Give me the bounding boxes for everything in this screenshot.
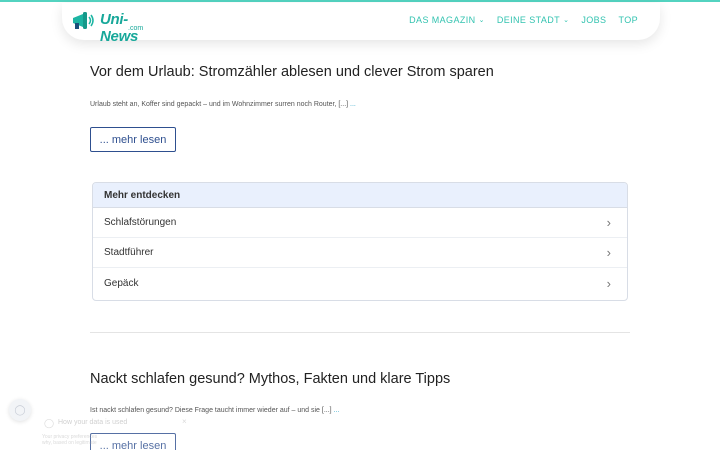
nav-label: DAS MAGAZIN xyxy=(409,15,476,25)
discover-item-label: Stadtführer xyxy=(104,247,154,258)
post-title[interactable]: Nackt schlafen gesund? Mythos, Fakten un… xyxy=(90,371,450,387)
site-header: Uni-News .com DAS MAGAZIN ⌄ DEINE STADT … xyxy=(62,3,660,45)
shield-icon: ◯ xyxy=(14,404,26,416)
top-accent-line xyxy=(0,0,720,2)
discover-item-label: Gepäck xyxy=(104,277,139,289)
nav-jobs[interactable]: JOBS xyxy=(581,15,606,25)
discover-item[interactable]: Stadtführer › xyxy=(93,238,627,268)
megaphone-icon xyxy=(73,12,94,29)
nav-label: TOP xyxy=(618,15,638,25)
chevron-down-icon: ⌄ xyxy=(478,17,485,24)
shield-icon: ◯ xyxy=(44,418,55,428)
discover-box: Mehr entdecken Schlafstörungen › Stadtfü… xyxy=(92,182,628,301)
excerpt-text: Ist nackt schlafen gesund? Diese Frage t… xyxy=(90,407,332,414)
excerpt-text: Urlaub steht an, Koffer sind gepackt – u… xyxy=(90,101,349,108)
nav-label: DEINE STADT xyxy=(496,15,561,25)
privacy-popup: ◯ How your data is used × Your privacy p… xyxy=(36,415,196,450)
discover-item[interactable]: Gepäck › xyxy=(93,268,627,298)
logo-subtext: .com xyxy=(128,25,144,32)
read-more-button[interactable]: ... mehr lesen xyxy=(90,127,176,152)
post-excerpt: Ist nackt schlafen gesund? Diese Frage t… xyxy=(90,407,339,414)
nav-top[interactable]: TOP xyxy=(618,15,638,25)
privacy-text-line: why, based on legitimate xyxy=(42,440,97,446)
privacy-shield-button[interactable]: ◯ xyxy=(9,399,31,421)
chevron-down-icon: ⌄ xyxy=(563,17,570,24)
chevron-right-icon: › xyxy=(606,215,611,230)
post-excerpt: Urlaub steht an, Koffer sind gepackt – u… xyxy=(90,101,356,108)
discover-title: Mehr entdecken xyxy=(93,183,627,208)
chevron-right-icon: › xyxy=(606,245,611,260)
nav-deine-stadt[interactable]: DEINE STADT ⌄ xyxy=(497,15,570,25)
excerpt-more-link[interactable]: ... xyxy=(334,407,340,414)
post-title[interactable]: Vor dem Urlaub: Stromzähler ablesen und … xyxy=(90,64,494,80)
nav-label: JOBS xyxy=(581,15,607,25)
privacy-text: Your privacy preferences why, based on l… xyxy=(42,434,97,446)
privacy-title: How your data is used xyxy=(58,419,128,426)
site-logo[interactable]: Uni-News .com xyxy=(70,8,160,45)
nav-das-magazin[interactable]: DAS MAGAZIN ⌄ xyxy=(409,15,485,25)
main-nav: DAS MAGAZIN ⌄ DEINE STADT ⌄ JOBS TOP xyxy=(409,15,638,25)
chevron-right-icon: › xyxy=(606,275,611,291)
post-divider xyxy=(90,332,630,333)
discover-item-label: Schlafstörungen xyxy=(104,217,177,228)
excerpt-more-link[interactable]: ... xyxy=(350,101,356,108)
close-icon[interactable]: × xyxy=(182,417,187,426)
discover-item[interactable]: Schlafstörungen › xyxy=(93,208,627,238)
